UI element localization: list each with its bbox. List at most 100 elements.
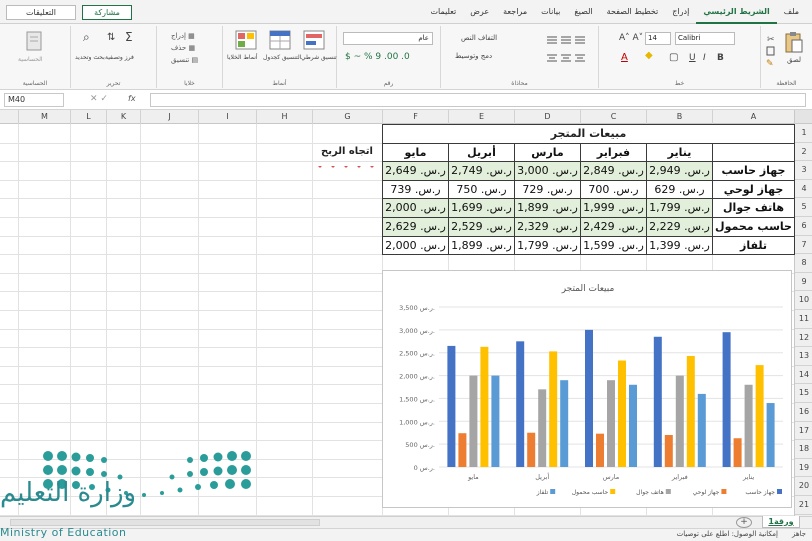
cond-format-label[interactable]: تنسيق شرطي <box>301 54 337 61</box>
share-button[interactable]: مشاركة <box>82 5 132 20</box>
row-header[interactable]: 21 <box>795 496 812 515</box>
comments-button[interactable]: التعليقات <box>6 5 76 20</box>
column-header[interactable]: G <box>312 110 382 124</box>
sort-filter-icon[interactable]: ⇅ <box>107 32 115 43</box>
row-header[interactable]: 1 <box>795 124 812 143</box>
format-table-label[interactable]: التنسيق كجدول <box>263 54 301 61</box>
find-select-icon[interactable]: ⌕ <box>83 30 90 45</box>
row-header[interactable]: 9 <box>795 273 812 292</box>
column-header[interactable]: D <box>514 110 580 124</box>
chart-bar <box>755 365 764 467</box>
align-center-icon[interactable] <box>545 52 589 64</box>
font-color-icon[interactable]: A <box>621 52 628 63</box>
row-header[interactable]: 19 <box>795 459 812 478</box>
ribbon-tab[interactable]: بيانات <box>534 0 567 24</box>
format-table-icon[interactable] <box>269 30 291 50</box>
ribbon-tab[interactable]: تخطيط الصفحة <box>600 0 666 24</box>
row-header[interactable]: 2 <box>795 143 812 162</box>
fill-color-icon[interactable]: ◆ <box>645 50 653 61</box>
underline-icon[interactable]: U <box>689 53 696 63</box>
row-header[interactable]: 14 <box>795 366 812 385</box>
ribbon-tab[interactable]: تعليمات <box>423 0 463 24</box>
row-header[interactable]: 10 <box>795 291 812 310</box>
fx-icon[interactable]: fx <box>128 94 136 103</box>
column-header[interactable]: I <box>198 110 256 124</box>
legend-label: جهاز حاسب <box>745 489 775 496</box>
logo-dot <box>86 454 94 462</box>
row-header[interactable]: 11 <box>795 310 812 329</box>
insert-cells-button[interactable]: إدراج ▦ <box>171 32 195 40</box>
align-top-icon[interactable] <box>545 34 589 46</box>
italic-icon[interactable]: I <box>703 53 706 63</box>
ribbon-tab[interactable]: عرض <box>463 0 496 24</box>
column-header[interactable]: K <box>106 110 140 124</box>
cell-styles-icon[interactable] <box>235 30 257 50</box>
logo-dot <box>213 466 223 476</box>
column-header[interactable]: E <box>448 110 514 124</box>
formula-input[interactable] <box>150 93 806 107</box>
bold-icon[interactable]: B <box>717 53 724 63</box>
sort-filter-label[interactable]: فرز وتصفية <box>105 54 134 61</box>
row-header[interactable]: 15 <box>795 384 812 403</box>
sheet-tab[interactable]: ورقة1 <box>762 516 800 528</box>
font-size-box[interactable]: 14 <box>645 32 671 45</box>
chart-bar <box>697 393 706 467</box>
column-header[interactable]: M <box>18 110 70 124</box>
name-box[interactable]: M40 <box>4 93 64 107</box>
column-header[interactable]: C <box>580 110 646 124</box>
ribbon-tab[interactable]: مراجعة <box>496 0 534 24</box>
number-format-icons[interactable]: $ ~ % 9 .00 .0 <box>345 52 410 62</box>
column-header[interactable]: F <box>382 110 448 124</box>
row-header[interactable]: 16 <box>795 403 812 422</box>
chart-bar <box>675 375 684 467</box>
accessibility-status[interactable]: إمكانية الوصول: اطلع على توصيات <box>677 530 778 538</box>
autosum-icon[interactable]: Σ <box>125 30 133 44</box>
column-header[interactable]: A <box>712 110 794 124</box>
ribbon-tab[interactable]: إدراج <box>665 0 696 24</box>
row-header[interactable]: 17 <box>795 422 812 441</box>
sales-chart[interactable]: مبيعات المتجر 0 ر.س. 500 ر.س. 1,000 ر.س. 1,5… <box>382 270 792 508</box>
sensitivity-icon[interactable] <box>24 30 44 52</box>
delete-cells-button[interactable]: حذف ▦ <box>171 44 195 52</box>
wrap-text-button[interactable]: التفاف النص <box>461 34 497 42</box>
merge-center-button[interactable]: دمج وتوسيط <box>455 52 492 60</box>
font-name-box[interactable]: Calibri <box>675 32 735 45</box>
row-header[interactable]: 5 <box>795 198 812 217</box>
sensitivity-label[interactable]: الحساسية <box>18 56 43 63</box>
row-header[interactable]: 4 <box>795 180 812 199</box>
ribbon-tab[interactable]: الصيغ <box>567 0 599 24</box>
paste-label[interactable]: لصق <box>787 56 801 64</box>
delete-cells-label: حذف <box>171 44 187 52</box>
cell-styles-label[interactable]: أنماط الخلايا <box>227 54 258 61</box>
select-all-corner[interactable] <box>794 110 812 124</box>
column-header[interactable]: L <box>70 110 106 124</box>
find-select-label[interactable]: بحث وتحديد <box>75 54 105 61</box>
row-header[interactable]: 8 <box>795 254 812 273</box>
column-header[interactable]: B <box>646 110 712 124</box>
borders-icon[interactable]: ▢ <box>669 52 678 63</box>
add-sheet-button[interactable]: + <box>736 517 752 528</box>
number-format-box[interactable]: عام <box>343 32 433 45</box>
chart-bar <box>491 375 500 467</box>
row-header[interactable]: 3 <box>795 161 812 180</box>
row-header[interactable]: 18 <box>795 440 812 459</box>
column-header[interactable]: H <box>256 110 312 124</box>
format-cells-button[interactable]: تنسيق ▤ <box>171 56 198 64</box>
row-header[interactable]: 20 <box>795 477 812 496</box>
cancel-enter-icons[interactable]: ✕ ✓ <box>90 94 108 104</box>
ribbon-tab[interactable]: الشريط الرئيسي <box>696 0 777 24</box>
styles-group-label: أنماط <box>272 80 287 87</box>
paste-icon[interactable] <box>783 30 803 54</box>
editing-group-label: تحرير <box>106 80 121 87</box>
row-header[interactable]: 7 <box>795 236 812 255</box>
conditional-format-icon[interactable] <box>303 30 325 50</box>
chart-bar <box>744 384 753 467</box>
ribbon-tab[interactable]: ملف <box>777 0 806 24</box>
row-header[interactable]: 12 <box>795 329 812 348</box>
column-header[interactable]: J <box>140 110 198 124</box>
grow-font-icon[interactable]: A˄ A˅ <box>619 33 643 43</box>
sparkline-marker <box>344 166 348 168</box>
cut-copy-icons[interactable]: ✂ ✎ <box>765 32 777 68</box>
row-header[interactable]: 13 <box>795 347 812 366</box>
row-header[interactable]: 6 <box>795 217 812 236</box>
